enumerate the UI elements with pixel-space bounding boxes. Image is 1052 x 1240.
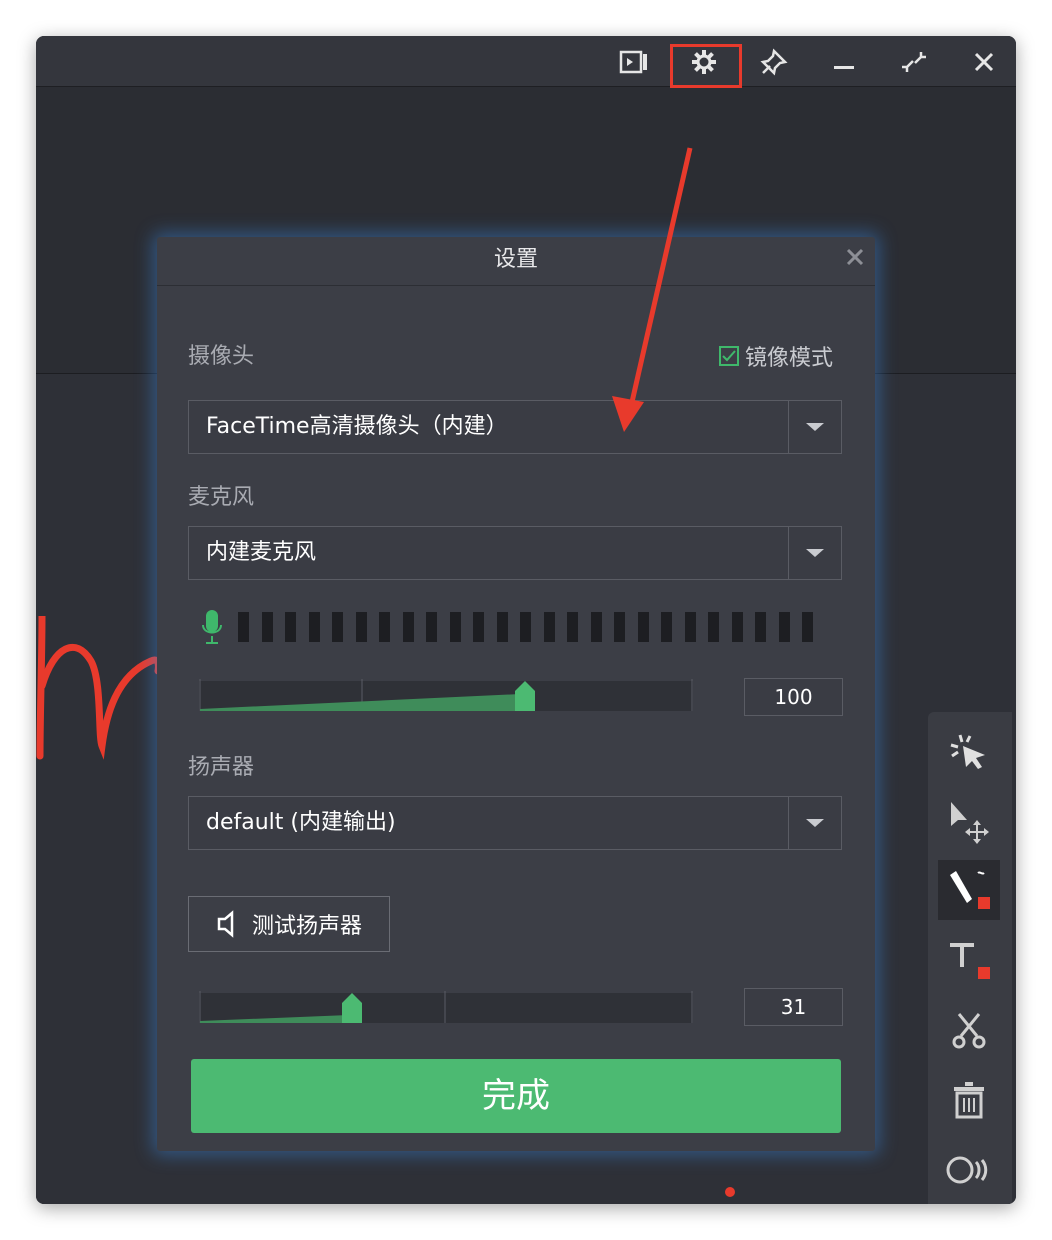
mic-level-segment — [731, 612, 743, 642]
mic-level-segment — [379, 612, 390, 642]
mic-level-segment — [567, 612, 578, 642]
mic-level-segment — [684, 612, 696, 642]
settings-highlight-box — [670, 44, 742, 88]
checkbox-check-icon[interactable] — [719, 346, 739, 366]
mic-level-segment — [332, 612, 343, 642]
speaker-volume-slider[interactable] — [199, 989, 693, 1023]
test-speaker-label: 测试扬声器 — [251, 914, 362, 939]
mic-level-segment — [355, 612, 367, 642]
mic-level-segment — [778, 612, 790, 642]
speaker-select[interactable]: default (内建输出) — [188, 796, 842, 850]
spotlight-icon[interactable] — [938, 1140, 1000, 1200]
dialog-close-icon[interactable] — [843, 245, 867, 269]
mic-level-segment — [755, 612, 766, 642]
mic-level-segment — [802, 612, 813, 642]
red-annotation-scribble — [36, 616, 162, 760]
mic-level-segment — [590, 612, 602, 642]
dialog-title: 设置 — [493, 247, 538, 272]
shrink-icon[interactable] — [896, 44, 932, 80]
mic-level-segment — [661, 612, 672, 642]
minimize-icon[interactable] — [826, 44, 862, 80]
move-select-icon[interactable] — [938, 792, 1000, 852]
speaker-volume-value[interactable]: 31 — [744, 988, 843, 1026]
settings-dialog: 设置 摄像头 镜像模式 FaceTime高清摄像头（内建） 麦克风 内建麦克风 — [157, 237, 875, 1151]
camera-toggle-icon[interactable] — [616, 44, 652, 80]
mirror-mode-checkbox[interactable]: 镜像模式 — [719, 340, 833, 372]
speaker-label: 扬声器 — [188, 755, 255, 780]
camera-select-value: FaceTime高清摄像头（内建） — [206, 414, 508, 439]
mic-level-segment — [449, 612, 461, 642]
speaker-select-value: default (内建输出) — [206, 810, 396, 835]
microphone-select-value: 内建麦克风 — [206, 540, 317, 565]
mic-level-segment — [285, 612, 296, 642]
speaker-icon — [217, 910, 234, 938]
recording-dot — [725, 1187, 735, 1197]
mic-volume-value[interactable]: 100 — [744, 678, 843, 716]
mirror-mode-label: 镜像模式 — [745, 346, 834, 371]
trash-icon[interactable] — [938, 1070, 1000, 1130]
mic-level-segment — [402, 612, 414, 642]
mic-level-segment — [238, 612, 249, 642]
mic-level-segment — [426, 612, 437, 642]
mic-level-segment — [614, 612, 625, 642]
scissors-icon[interactable] — [938, 1000, 1000, 1060]
dialog-header: 设置 — [157, 237, 875, 286]
title-bar — [36, 36, 1016, 88]
pin-icon[interactable] — [756, 44, 792, 80]
pen-icon[interactable] — [938, 860, 1000, 920]
test-speaker-button[interactable]: 测试扬声器 — [188, 896, 390, 952]
mic-level-segment — [473, 612, 484, 642]
camera-label: 摄像头 — [188, 344, 255, 369]
mic-level-meter — [200, 607, 826, 647]
chevron-down-icon[interactable] — [788, 401, 841, 453]
microphone-select[interactable]: 内建麦克风 — [188, 526, 842, 580]
chevron-down-icon[interactable] — [788, 527, 841, 579]
mic-volume-slider[interactable] — [199, 677, 693, 711]
text-icon[interactable] — [938, 930, 1000, 990]
camera-select[interactable]: FaceTime高清摄像头（内建） — [188, 400, 842, 454]
chevron-down-icon[interactable] — [788, 797, 841, 849]
mic-level-segment — [543, 612, 555, 642]
mic-level-segment — [261, 612, 273, 642]
microphone-label: 麦克风 — [188, 485, 255, 510]
mic-level-segment — [520, 612, 531, 642]
annotation-toolbar — [928, 712, 1012, 1204]
mic-level-segment — [708, 612, 719, 642]
mic-level-segment — [496, 612, 508, 642]
microphone-icon — [202, 610, 222, 644]
laser-pointer-icon[interactable] — [938, 722, 1000, 782]
close-icon[interactable] — [966, 44, 1002, 80]
mic-level-segment — [308, 612, 320, 642]
mic-level-segment — [637, 612, 649, 642]
done-button[interactable]: 完成 — [191, 1059, 841, 1133]
